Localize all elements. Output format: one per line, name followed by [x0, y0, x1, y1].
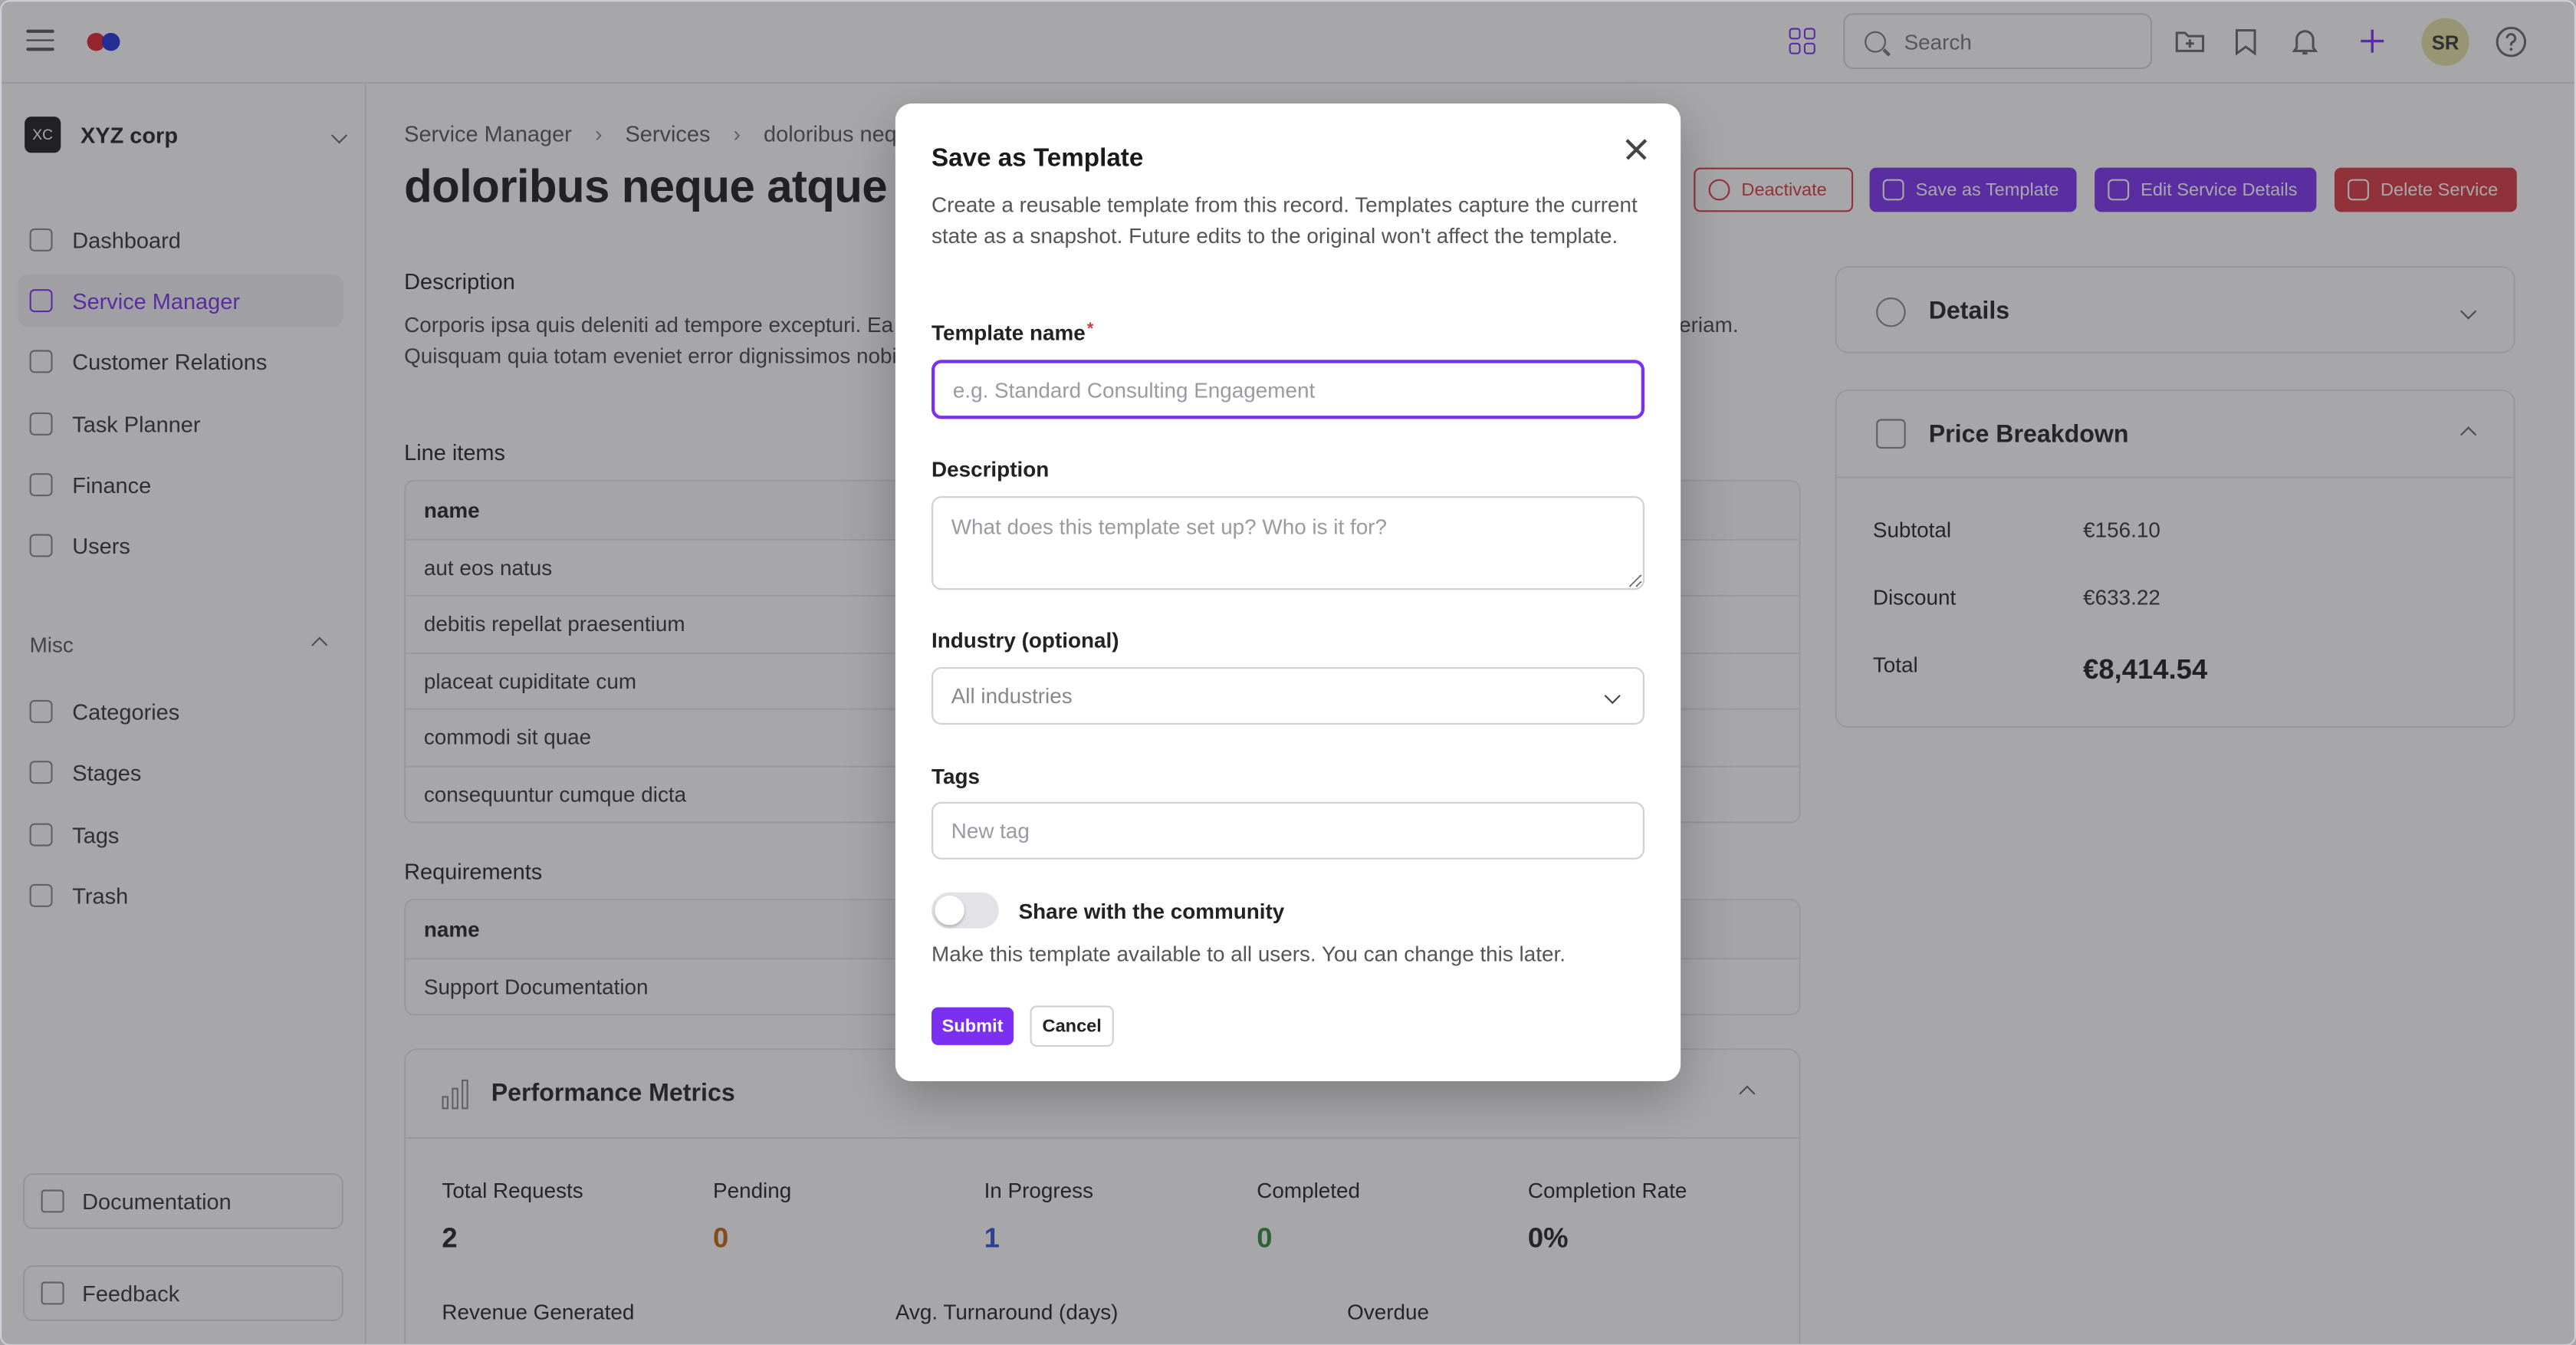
share-help-text: Make this template available to all user… — [932, 941, 1566, 966]
chevron-down-icon — [1604, 687, 1621, 705]
description-label: Description — [932, 456, 1050, 482]
tags-label: Tags — [932, 764, 980, 789]
dialog-title: Save as Template — [932, 144, 1144, 173]
industry-select[interactable]: All industries — [932, 667, 1644, 725]
tags-input[interactable] — [932, 801, 1644, 860]
toggle-knob — [935, 895, 964, 926]
close-icon[interactable] — [1618, 131, 1654, 167]
app-window: SR XC XYZ corp Dashboard Service Manager… — [0, 0, 2576, 1345]
required-marker: * — [1086, 320, 1094, 339]
submit-button[interactable]: Submit — [932, 1007, 1014, 1045]
template-name-label: Template name * — [932, 321, 1093, 345]
share-label: Share with the community — [1018, 899, 1285, 924]
description-textarea[interactable] — [932, 496, 1644, 590]
save-as-template-dialog: Save as Template Create a reusable templ… — [895, 104, 1681, 1081]
template-name-text: Template name — [932, 320, 1086, 345]
template-name-input[interactable] — [932, 360, 1644, 419]
share-toggle[interactable] — [932, 892, 999, 929]
dialog-description: Create a reusable template from this rec… — [932, 192, 1638, 248]
cancel-button[interactable]: Cancel — [1030, 1005, 1114, 1047]
industry-label: Industry (optional) — [932, 627, 1119, 653]
industry-value: All industries — [951, 683, 1073, 709]
